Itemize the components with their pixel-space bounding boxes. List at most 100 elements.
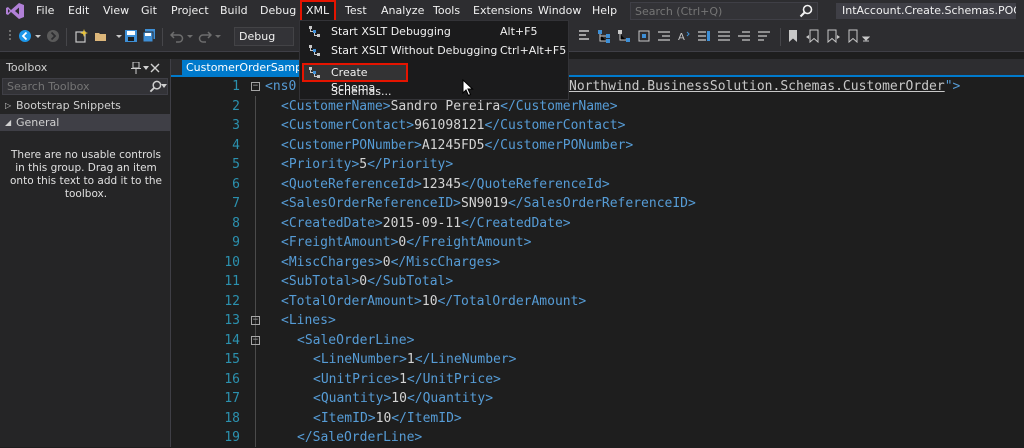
menu-test[interactable]: Test — [341, 0, 371, 22]
toolbox-group-bootstrap-snippets[interactable]: ▷ Bootstrap Snippets — [0, 97, 171, 114]
xml-open-tag: <Lines> — [281, 313, 336, 328]
menu-project[interactable]: Project — [167, 0, 213, 22]
save-icon[interactable] — [124, 29, 138, 43]
window-position-dropdown-icon[interactable] — [142, 64, 150, 72]
code-line-7[interactable]: <SalesOrderReferenceID>SN9019</SalesOrde… — [281, 194, 696, 214]
menu-item-start-xslt-debugging[interactable]: Start XSLT Debugging Alt+F5 — [302, 22, 566, 41]
xml-close-tag: </CustomerPONumber> — [484, 137, 634, 153]
code-line-1[interactable]: <ns0 — [265, 77, 296, 97]
navigate-back-icon[interactable] — [18, 29, 32, 43]
menu-item-schemas[interactable]: Schemas... — [302, 82, 566, 101]
code-line-19[interactable]: </SaleOrderLine> — [297, 428, 422, 448]
xml-toolbar-icon-1[interactable] — [577, 29, 591, 43]
quick-search-box[interactable] — [630, 2, 818, 20]
xml-indent-icon[interactable] — [657, 29, 671, 43]
line-number: 10 — [224, 254, 240, 270]
xml-wrap-icon[interactable] — [757, 29, 771, 43]
navigate-forward-icon[interactable] — [46, 29, 60, 43]
xml-tree-icon[interactable] — [597, 29, 611, 43]
bookmark-icon[interactable] — [786, 29, 800, 43]
tab-customer-order-sample[interactable]: CustomerOrderSample.xml — [182, 60, 302, 75]
xml-close-tag: </LineNumber> — [414, 352, 517, 367]
menu-item-create-schema[interactable]: Create Schema — [302, 63, 408, 94]
line-number: 15 — [224, 352, 240, 367]
menu-tools[interactable]: Tools — [429, 0, 464, 22]
visual-studio-logo-icon[interactable] — [6, 3, 24, 19]
xml-outdent-icon[interactable] — [737, 29, 751, 43]
menu-git[interactable]: Git — [137, 0, 161, 22]
xml-namespace-string[interactable]: Northwind.BusinessSolution.Schemas.Custo… — [569, 79, 945, 94]
menu-view[interactable]: View — [99, 0, 133, 22]
code-line-14[interactable]: <SaleOrderLine> — [297, 331, 414, 351]
prev-bookmark-icon[interactable] — [806, 29, 820, 43]
menu-build[interactable]: Build — [216, 0, 252, 22]
collapse-icon[interactable]: − — [251, 335, 260, 345]
line-number: 8 — [232, 215, 240, 231]
menu-edit[interactable]: Edit — [64, 0, 93, 22]
menu-item-start-xslt-without-debugging[interactable]: Start XSLT Without Debugging Ctrl+Alt+F5 — [302, 41, 566, 60]
menu-window[interactable]: Window — [534, 0, 585, 22]
collapse-icon[interactable]: − — [251, 82, 260, 91]
code-line-6[interactable]: <QuoteReferenceId>12345</QuoteReferenceI… — [281, 175, 610, 195]
code-line-5[interactable]: <Priority>5</Priority> — [281, 155, 453, 175]
collapse-arrow-icon: ◢ — [5, 118, 12, 127]
redo-dropdown-icon[interactable] — [214, 29, 222, 43]
open-file-icon[interactable] — [94, 29, 108, 43]
menu-xml[interactable]: XML — [300, 0, 336, 22]
code-line-13[interactable]: <Lines> — [281, 311, 336, 331]
close-icon[interactable] — [150, 63, 160, 73]
line-number: 14 — [224, 332, 240, 348]
code-line-17[interactable]: <Quantity>10</Quantity> — [313, 389, 493, 409]
menu-help[interactable]: Help — [588, 0, 621, 22]
toolbar-separator — [780, 28, 781, 46]
xml-tree-alt-icon[interactable] — [617, 29, 631, 43]
save-all-icon[interactable] — [142, 29, 156, 43]
back-dropdown-icon[interactable] — [34, 29, 42, 43]
next-bookmark-icon[interactable] — [826, 29, 840, 43]
xml-close-tag: </CreatedDate> — [461, 215, 571, 231]
toolbox-search-input[interactable] — [3, 79, 151, 94]
toolbox-empty-message[interactable]: There are no usable controls in this gro… — [6, 149, 166, 201]
pin-icon[interactable] — [131, 62, 141, 74]
code-line-18[interactable]: <ItemID>10</ItemID> — [313, 409, 462, 429]
code-line-15[interactable]: <LineNumber>1</LineNumber> — [313, 350, 517, 370]
toolbox-group-general[interactable]: ◢ General — [0, 114, 171, 131]
code-line-9[interactable]: <FreightAmount>0</FreightAmount> — [281, 233, 531, 253]
code-line-11[interactable]: <SubTotal>0</SubTotal> — [281, 272, 453, 292]
clear-bookmarks-icon[interactable] — [846, 29, 860, 43]
code-line-10[interactable]: <MiscCharges>0</MiscCharges> — [281, 253, 500, 273]
line-number: 18 — [224, 410, 240, 426]
menu-file[interactable]: File — [32, 0, 58, 22]
undo-icon[interactable] — [170, 29, 184, 43]
search-options-dropdown-icon[interactable] — [161, 83, 167, 89]
line-number: 4 — [232, 137, 240, 153]
xml-open-tag: <Quantity> — [313, 391, 392, 406]
xml-node-icon[interactable] — [637, 29, 651, 43]
xml-close-tag: </SubTotal> — [367, 274, 454, 289]
menu-analyze[interactable]: Analyze — [377, 0, 428, 22]
xml-open-tag: <TotalOrderAmount> — [281, 293, 422, 309]
undo-dropdown-icon[interactable] — [186, 29, 194, 43]
code-line-3[interactable]: <CustomerContact>961098121</CustomerCont… — [281, 116, 625, 136]
xml-menu-dropdown: Start XSLT Debugging Alt+F5 Start XSLT W… — [299, 20, 569, 100]
collapse-icon[interactable]: − — [251, 316, 260, 325]
mouse-cursor-icon — [462, 79, 474, 97]
new-project-icon[interactable] — [74, 29, 88, 43]
quick-search-input[interactable] — [631, 3, 799, 19]
menu-debug[interactable]: Debug — [256, 0, 300, 22]
xml-comment-icon[interactable] — [697, 29, 711, 43]
code-line-12[interactable]: <TotalOrderAmount>10</TotalOrderAmount> — [281, 292, 586, 312]
toolbox-search-box[interactable] — [2, 78, 168, 95]
redo-icon[interactable] — [198, 29, 212, 43]
solution-configuration-select[interactable]: Debug — [234, 27, 294, 46]
xml-open-tag: <CustomerPONumber> — [281, 137, 422, 153]
code-line-4[interactable]: <CustomerPONumber>A1245FD5</CustomerPONu… — [281, 136, 633, 156]
menu-extensions[interactable]: Extensions — [469, 0, 537, 22]
xml-uncomment-icon[interactable] — [717, 29, 731, 43]
code-line-8[interactable]: <CreatedDate>2015-09-11</CreatedDate> — [281, 214, 571, 234]
search-icon[interactable] — [799, 4, 813, 18]
xml-font-icon[interactable]: A — [677, 29, 691, 43]
toolbar-overflow-icon[interactable] — [862, 29, 870, 43]
code-line-16[interactable]: <UnitPrice>1</UnitPrice> — [313, 370, 501, 390]
namespace-value[interactable]: Northwind.BusinessSolution.Schemas.Custo… — [569, 77, 960, 97]
